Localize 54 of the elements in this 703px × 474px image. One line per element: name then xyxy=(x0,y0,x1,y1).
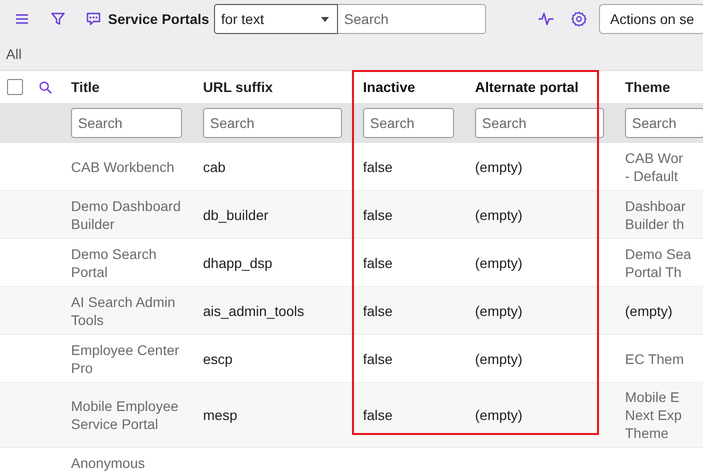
table-cell: EC Them xyxy=(625,350,684,368)
column-header[interactable]: Title xyxy=(71,79,100,95)
search-icon[interactable] xyxy=(38,80,52,94)
list-title: Service Portals xyxy=(108,11,210,27)
pulse-icon[interactable] xyxy=(538,12,554,26)
column-header[interactable]: Inactive xyxy=(363,79,416,95)
table-cell: mesp xyxy=(203,406,238,424)
search-field[interactable]: Search xyxy=(338,4,486,34)
table-cell: db_builder xyxy=(203,206,268,224)
table-cell: (empty) xyxy=(475,254,522,272)
select-all-checkbox[interactable] xyxy=(7,79,23,95)
menu-icon[interactable] xyxy=(15,13,29,25)
column-search-field[interactable]: Search xyxy=(625,108,703,138)
table-cell[interactable]: AI Search Admin Tools xyxy=(71,292,176,328)
column-search-field[interactable]: Search xyxy=(363,108,454,138)
table-cell: cab xyxy=(203,158,226,176)
search-scope-dropdown[interactable]: for text xyxy=(214,4,338,34)
table-cell: false xyxy=(363,206,393,224)
table-cell: CAB Wor - Default xyxy=(625,148,684,184)
table-cell: Mobile E Next Exp Theme xyxy=(625,388,682,442)
table-cell: (empty) xyxy=(475,406,522,424)
table-cell: false xyxy=(363,158,393,176)
table-cell: false xyxy=(363,254,393,272)
column-search-field[interactable]: Search xyxy=(475,108,604,138)
table-cell[interactable]: Employee Center Pro xyxy=(71,340,180,376)
table-cell: (empty) xyxy=(475,206,522,224)
table-cell[interactable]: Anonymous xyxy=(71,454,145,472)
breadcrumb[interactable]: All xyxy=(6,46,22,62)
table-cell: Demo Sea Portal Th xyxy=(625,244,692,280)
table-cell: escp xyxy=(203,350,233,368)
column-header[interactable]: URL suffix xyxy=(203,79,273,95)
table-cell[interactable]: Demo Search Portal xyxy=(71,244,157,280)
table-cell: (empty) xyxy=(475,302,522,320)
settings-icon[interactable] xyxy=(571,11,588,27)
column-search-field[interactable]: Search xyxy=(71,108,182,138)
table-cell[interactable]: CAB Workbench xyxy=(71,158,174,176)
column-header[interactable]: Alternate portal xyxy=(475,79,578,95)
column-search-field[interactable]: Search xyxy=(203,108,342,138)
table-cell: ais_admin_tools xyxy=(203,302,304,320)
table-cell: false xyxy=(363,406,393,424)
table-cell: (empty) xyxy=(475,350,522,368)
table-cell: false xyxy=(363,350,393,368)
chat-icon[interactable] xyxy=(86,12,101,26)
filter-icon[interactable] xyxy=(51,12,65,26)
table-cell: Dashboar Builder th xyxy=(625,196,686,232)
table-cell: (empty) xyxy=(625,302,672,320)
table-cell[interactable]: Mobile Employee Service Portal xyxy=(71,397,178,433)
table-cell: dhapp_dsp xyxy=(203,254,272,272)
table-cell: (empty) xyxy=(475,158,522,176)
table-cell: false xyxy=(363,302,393,320)
column-header[interactable]: Theme xyxy=(625,79,670,95)
actions-dropdown[interactable]: Actions on se xyxy=(599,4,703,34)
caret-icon xyxy=(321,16,330,22)
table-cell[interactable]: Demo Dashboard Builder xyxy=(71,196,181,232)
